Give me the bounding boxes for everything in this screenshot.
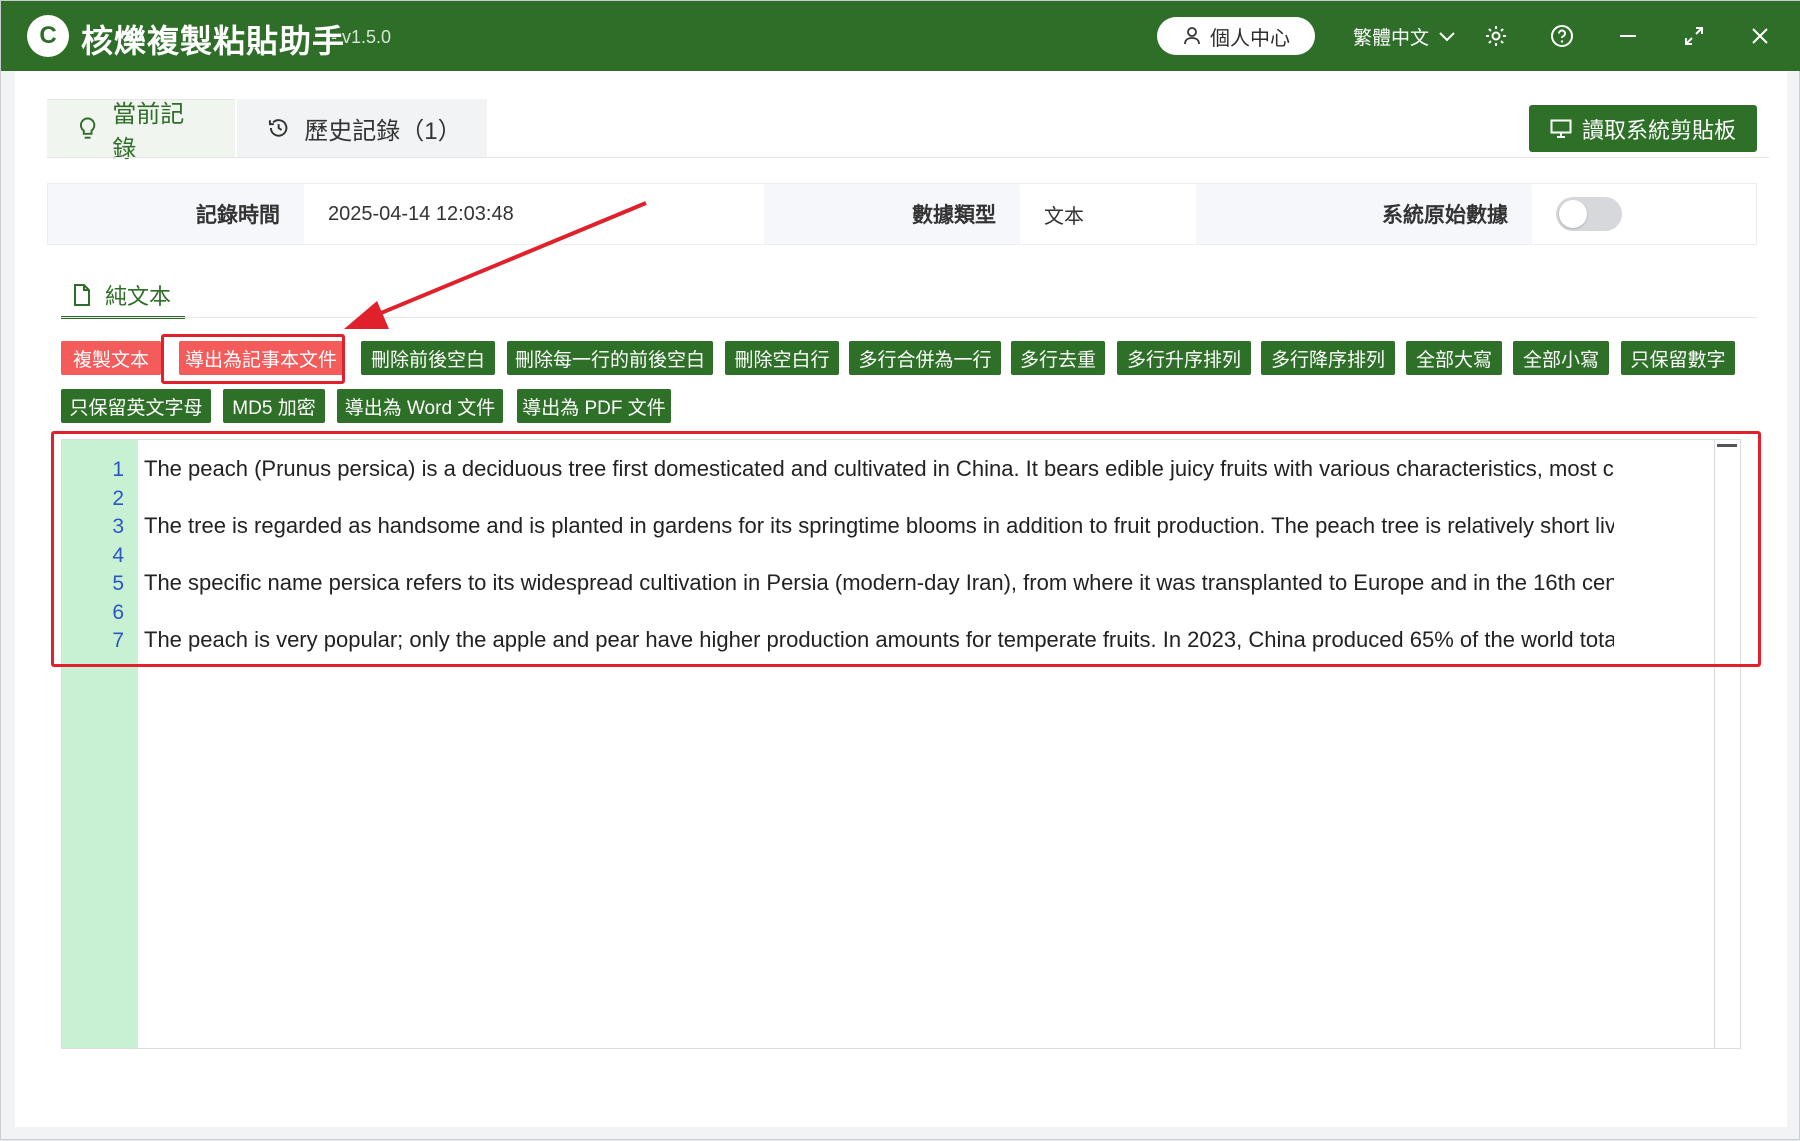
annotation-arrow (344, 201, 647, 329)
app-window: C 核爍複製粘貼助手 - v1.5.0 個人中心 繁體中文 當前記錄 歷史記錄（… (0, 0, 1800, 1140)
